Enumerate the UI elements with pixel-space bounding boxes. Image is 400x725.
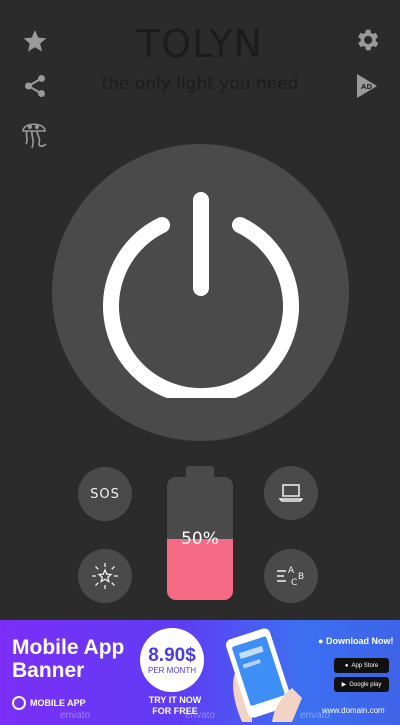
text-light-button[interactable]: A C B: [264, 549, 318, 603]
google-play-button[interactable]: ▶ Google play: [334, 677, 389, 692]
flashlight-app: TOLYN the only light you need AD SOS A C…: [0, 0, 400, 620]
brand-logo-icon: [12, 696, 26, 710]
svg-text:C: C: [291, 578, 297, 588]
power-icon: [102, 191, 299, 398]
ad-cta[interactable]: TRY IT NOW FOR FREE: [146, 695, 204, 717]
ad-title: Mobile App Banner: [12, 636, 125, 682]
ad-brand-label: MOBILE APP: [30, 698, 86, 708]
strobe-star-icon: [92, 563, 118, 589]
app-title: TOLYN: [137, 22, 263, 66]
gear-icon[interactable]: [352, 25, 382, 55]
ad-banner[interactable]: Mobile App Banner MOBILE APP envato enva…: [0, 620, 400, 725]
app-store-button[interactable]: ● App Store: [334, 658, 389, 673]
price-value: 8.90$: [148, 644, 196, 666]
watermark: envato: [60, 710, 91, 721]
play-icon: ▶: [341, 682, 347, 688]
price-unit: PER MONTH: [148, 665, 196, 675]
jellyfish-icon[interactable]: [18, 117, 50, 151]
ad-play-icon[interactable]: AD: [354, 72, 380, 100]
sos-label: SOS: [90, 486, 120, 502]
download-icon: ●: [318, 636, 324, 646]
strobe-button[interactable]: [78, 549, 132, 603]
apple-icon: ●: [344, 662, 349, 669]
laptop-icon: [279, 484, 303, 502]
app-store-label: App Store: [351, 662, 379, 669]
download-label: Download Now!: [325, 636, 394, 646]
ad-url: www.domain.com: [322, 706, 385, 715]
phone-hand-icon: [226, 628, 302, 722]
google-play-label: Google play: [349, 681, 382, 688]
app-subtitle: the only light you need: [101, 74, 299, 94]
price-badge: 8.90$ PER MONTH: [140, 628, 204, 692]
text-light-icon: A C B: [277, 566, 304, 588]
battery-indicator: 50%: [167, 466, 233, 600]
svg-text:A: A: [288, 566, 295, 576]
power-button[interactable]: [52, 144, 349, 441]
sos-button[interactable]: SOS: [78, 467, 132, 521]
battery-label: 50%: [181, 529, 219, 549]
download-now: ● Download Now!: [318, 636, 398, 646]
svg-text:B: B: [298, 572, 304, 582]
screen-light-button[interactable]: [264, 466, 318, 520]
svg-text:AD: AD: [361, 83, 372, 91]
ad-brand: MOBILE APP: [12, 696, 86, 710]
